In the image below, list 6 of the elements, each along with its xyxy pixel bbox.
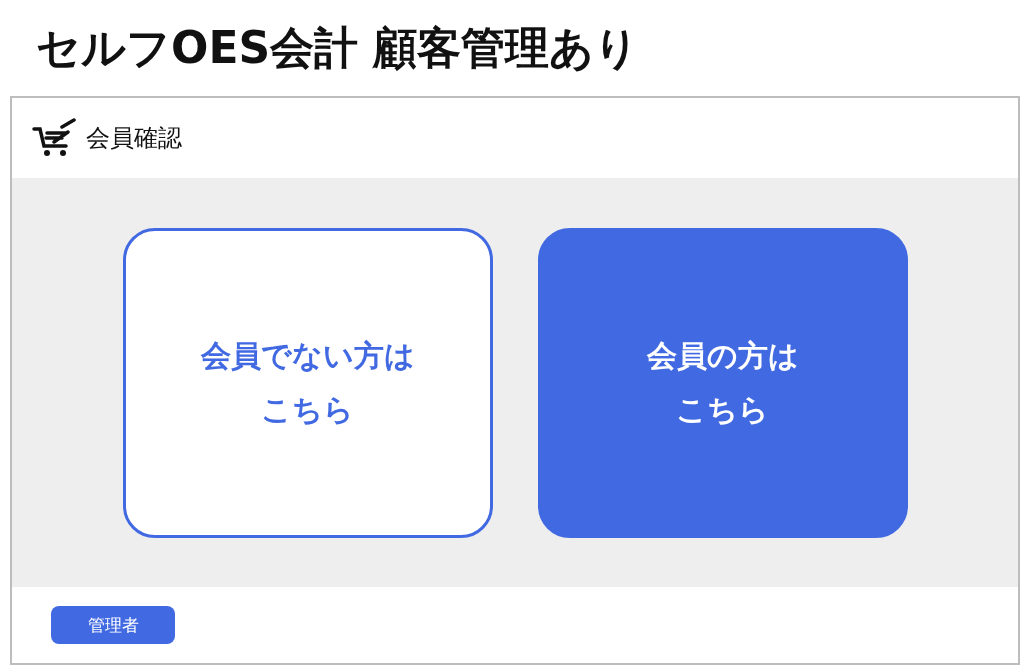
- page-title: セルフOES会計 顧客管理あり: [35, 20, 641, 75]
- cart-icon: [32, 118, 76, 158]
- member-choice-button[interactable]: 会員でない方はこちら: [122, 227, 493, 538]
- admin-button[interactable]: 管理者: [51, 606, 175, 644]
- member-choice-button[interactable]: 会員の方はこちら: [537, 227, 908, 538]
- header-title: 会員確認: [86, 123, 182, 154]
